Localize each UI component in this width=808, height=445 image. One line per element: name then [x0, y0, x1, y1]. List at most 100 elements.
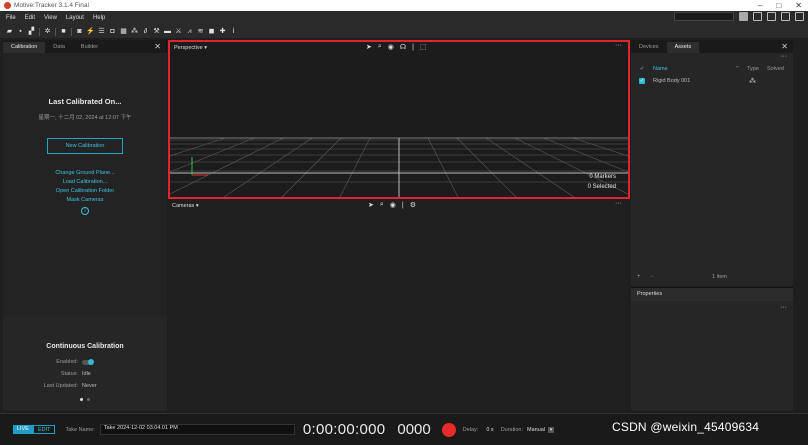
- cameras-viewport[interactable]: Cameras ▾ ➤ ⌕ ◉ | ⚙ ···: [168, 200, 628, 411]
- tab-calibration[interactable]: Calibration: [3, 42, 46, 53]
- toolbar-divider: [71, 27, 72, 36]
- close-icon[interactable]: ✕: [781, 40, 788, 53]
- perspective-view-select[interactable]: Perspective ▾: [174, 45, 207, 51]
- menu-view[interactable]: View: [44, 15, 57, 21]
- tab-builder[interactable]: Builder: [73, 42, 106, 53]
- builder-icon[interactable]: ⚒: [153, 28, 160, 35]
- solved-column-header[interactable]: Solved: [767, 66, 784, 72]
- enabled-toggle[interactable]: [82, 358, 94, 365]
- settings-icon[interactable]: ✲: [44, 28, 51, 35]
- enabled-label: Enabled:: [56, 359, 78, 365]
- edit-mode-button[interactable]: EDIT: [32, 425, 56, 434]
- save-icon[interactable]: ▪: [17, 28, 24, 35]
- change-ground-plane-link[interactable]: Change Ground Plane...: [3, 170, 167, 176]
- asset-checkbox[interactable]: ✓: [639, 78, 645, 84]
- settings-icon[interactable]: ⚙: [410, 201, 416, 209]
- new-calibration-button[interactable]: New Calibration: [47, 138, 123, 154]
- add-icon[interactable]: ✚: [219, 28, 226, 35]
- import-icon[interactable]: ▞: [28, 28, 35, 35]
- grid-icon[interactable]: ▦: [120, 28, 127, 35]
- sort-icon[interactable]: ⌃: [735, 66, 747, 72]
- mode-toggle: LIVE EDIT: [13, 425, 56, 434]
- wand-icon[interactable]: ⚡: [86, 28, 95, 35]
- continuous-calibration-section: Continuous Calibration Enabled: Status: …: [3, 316, 167, 411]
- more-options-icon[interactable]: ···: [615, 200, 622, 207]
- remove-asset-button[interactable]: −: [651, 274, 655, 280]
- last-updated-row: Last Updated: Never: [3, 383, 167, 389]
- layout-edit-icon[interactable]: [795, 12, 804, 21]
- link-icon[interactable]: ∂: [142, 28, 149, 35]
- menu-bar: File Edit View Layout Help: [0, 11, 808, 25]
- database-icon[interactable]: ◘: [109, 28, 116, 35]
- layout-calibrate-icon[interactable]: [753, 12, 762, 21]
- more-options-icon[interactable]: ···: [631, 304, 793, 314]
- info-toolbar-icon[interactable]: ⅰ: [230, 28, 237, 35]
- layout-dropdown-icon[interactable]: [739, 12, 748, 21]
- table-row[interactable]: ✓ Rigid Body 001 ⁂: [631, 75, 793, 87]
- record-button[interactable]: [441, 422, 456, 437]
- layout-select[interactable]: [674, 12, 734, 21]
- live-mode-button[interactable]: LIVE: [13, 425, 33, 434]
- menu-layout[interactable]: Layout: [66, 15, 84, 21]
- chart-icon[interactable]: ⩘: [186, 28, 193, 35]
- cameras-header: Cameras ▾ ➤ ⌕ ◉ | ⚙ ···: [168, 200, 628, 211]
- open-calibration-folder-link[interactable]: Open Calibration Folder: [3, 188, 167, 194]
- video-icon[interactable]: ▬: [164, 28, 171, 35]
- add-asset-button[interactable]: +: [637, 274, 641, 280]
- select-cursor-icon[interactable]: ➤: [366, 43, 372, 51]
- zoom-icon[interactable]: ⌕: [378, 43, 382, 51]
- layout-create-icon[interactable]: [767, 12, 776, 21]
- status-label: Status:: [60, 371, 78, 377]
- tab-assets[interactable]: Assets: [666, 42, 700, 53]
- duration-select[interactable]: Manual ▾: [527, 426, 555, 433]
- load-calibration-link[interactable]: Load Calibration...: [3, 179, 167, 185]
- rigid-body-icon[interactable]: ⁂: [131, 28, 138, 35]
- close-icon[interactable]: ✕: [795, 1, 802, 10]
- select-cursor-icon[interactable]: ➤: [368, 201, 374, 209]
- layout-capture-icon[interactable]: [781, 12, 790, 21]
- more-options-icon[interactable]: ···: [615, 42, 622, 49]
- list-icon[interactable]: ☰: [98, 28, 105, 35]
- delay-value[interactable]: 0 s: [486, 427, 493, 433]
- close-icon[interactable]: ✕: [154, 40, 161, 53]
- calibration-title: Last Calibrated On...: [48, 97, 122, 106]
- page-dot[interactable]: [87, 398, 90, 401]
- chevron-down-icon: ▾: [548, 426, 555, 433]
- maximize-icon[interactable]: □: [776, 1, 781, 10]
- minimize-icon[interactable]: –: [758, 1, 762, 10]
- graph-icon[interactable]: ≋: [197, 28, 204, 35]
- calibration-date: 星期一, 十二月 02, 2024 at 12:07 下午: [38, 115, 132, 121]
- status-row: Status: Idle: [3, 371, 167, 377]
- panel-icon[interactable]: ◼: [208, 28, 215, 35]
- title-bar: Motive:Tracker 3.1.4 Final – □ ✕: [0, 0, 808, 11]
- layout-controls: [674, 12, 804, 21]
- menu-edit[interactable]: Edit: [25, 15, 35, 21]
- camera-preview-icon[interactable]: ■: [60, 28, 67, 35]
- type-column-header[interactable]: Type: [747, 66, 767, 72]
- camera-icon[interactable]: ◙: [76, 28, 83, 35]
- delay-label: Delay:: [462, 426, 479, 433]
- visibility-icon[interactable]: ◉: [390, 201, 396, 209]
- frame-selection-icon[interactable]: ⬚: [420, 43, 427, 51]
- mask-cameras-link[interactable]: Mask Cameras: [3, 197, 167, 203]
- cameras-view-select[interactable]: Cameras ▾: [172, 203, 199, 209]
- right-panel-tabs: Devices Assets ✕: [631, 40, 793, 53]
- open-icon[interactable]: ▰: [6, 28, 13, 35]
- perspective-viewport[interactable]: Perspective ▾ ➤ ⌕ ◉ ☊ | ⬚ ··· 0 Markers …: [168, 40, 630, 199]
- tab-devices[interactable]: Devices: [631, 42, 667, 53]
- check-column-icon[interactable]: ✔: [631, 66, 653, 72]
- watermark: CSDN @weixin_45409634: [612, 420, 760, 434]
- take-name-input[interactable]: Take 2024-12-02 03.04.01 PM: [99, 424, 295, 435]
- info-icon[interactable]: i: [81, 207, 89, 215]
- zoom-icon[interactable]: ⌕: [380, 201, 384, 209]
- visibility-icon[interactable]: ◉: [388, 43, 394, 51]
- tracking-icon[interactable]: ☊: [400, 43, 406, 51]
- page-dot[interactable]: [80, 398, 83, 401]
- tab-data[interactable]: Data: [45, 42, 73, 53]
- menu-help[interactable]: Help: [93, 15, 105, 21]
- assets-table-header: ✔ Name ⌃ Type Solved: [631, 63, 793, 75]
- menu-file[interactable]: File: [6, 15, 16, 21]
- more-options-icon[interactable]: ···: [631, 53, 793, 63]
- skeleton-icon[interactable]: ⚔: [175, 28, 182, 35]
- name-column-header[interactable]: Name: [653, 66, 735, 72]
